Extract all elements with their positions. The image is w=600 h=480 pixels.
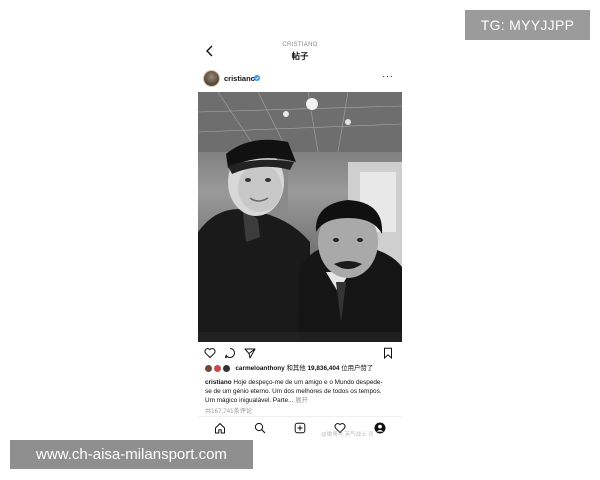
share-send-icon[interactable] [244,347,256,359]
post-caption: cristiano Hoje despeço-me de um amigo e … [205,379,385,405]
avatar[interactable] [204,71,219,86]
top-nav-bar: CRISTIANO 帖子 [198,38,402,66]
like-heart-icon[interactable] [204,347,216,359]
caption-expand-link[interactable]: 展开 [293,397,308,404]
nav-username: CRISTIANO [282,42,318,48]
watermark-bottom: www.ch-aisa-milansport.com [10,440,253,469]
likes-count[interactable]: 19,836,404 [307,365,339,372]
likes-suffix: 位用户赞了 [339,365,374,372]
bookmark-icon[interactable] [382,347,394,359]
comment-bubble-icon[interactable] [224,347,236,359]
verified-badge-icon [254,75,260,81]
watermark-top: TG: MYYJJPP [465,10,590,40]
instagram-post-screen: CRISTIANO 帖子 cristiano ··· carmeloanthon… [198,38,402,442]
post-username[interactable]: cristiano [224,74,255,83]
liker-username[interactable]: carmeloanthony [235,365,284,372]
weibo-source-watermark: @微博号 英气战士 讯 [321,432,374,438]
action-bar [198,344,402,362]
more-options-icon[interactable]: ··· [382,71,394,82]
liker-avatar-icon [212,363,222,373]
liker-avatar-icon [204,363,213,373]
liker-avatar-icon [221,363,231,373]
page-title: 帖子 [291,51,309,61]
view-comments-link[interactable]: 共167,741条评论 [205,406,252,415]
likes-summary[interactable]: carmeloanthony 和其他 19,836,404 位用户赞了 [204,363,400,374]
home-icon[interactable] [214,422,226,434]
post-header: cristiano ··· [198,66,402,92]
profile-icon[interactable] [374,422,386,434]
likes-connector: 和其他 [284,365,308,372]
new-post-icon[interactable] [294,422,306,434]
search-icon[interactable] [254,422,266,434]
post-photo[interactable] [198,92,402,342]
caption-author[interactable]: cristiano [205,379,232,386]
